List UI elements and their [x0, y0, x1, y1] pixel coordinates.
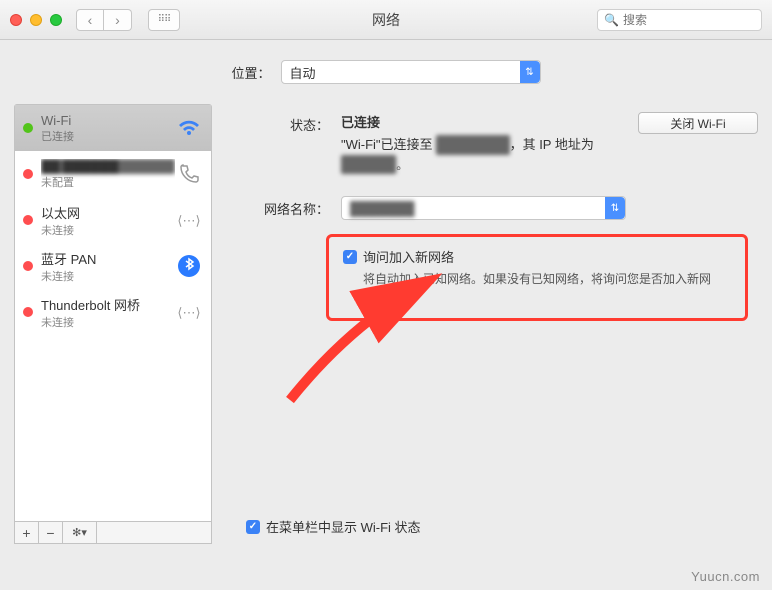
svg-text:⟨⋯⟩: ⟨⋯⟩ — [177, 305, 200, 320]
menubar-label: 在菜单栏中显示 Wi-Fi 状态 — [266, 517, 421, 536]
service-name: 蓝牙 PAN — [41, 249, 175, 268]
show-all-button[interactable]: ⠿⠿ — [148, 9, 180, 31]
service-gear-button[interactable]: ✻▾ — [63, 522, 97, 543]
menubar-row: ✓ 在菜单栏中显示 Wi-Fi 状态 — [246, 517, 421, 536]
svg-text:⟨⋯⟩: ⟨⋯⟩ — [177, 213, 200, 228]
search-input[interactable] — [623, 13, 772, 27]
back-button[interactable]: ‹ — [76, 9, 104, 31]
ask-join-label: 询问加入新网络 — [363, 247, 454, 266]
status-dot-icon — [23, 261, 33, 271]
menubar-checkbox[interactable]: ✓ — [246, 520, 260, 534]
window-controls — [10, 14, 62, 26]
search-icon: 🔍 — [604, 13, 619, 27]
status-value: 已连接 — [341, 112, 618, 131]
ethernet-icon: ⟨⋯⟩ — [175, 206, 203, 234]
wifi-icon — [175, 114, 203, 142]
service-name: 以太网 — [41, 203, 175, 222]
ask-join-description: 将自动加入已知网络。如果没有已知网络，将询问您是否加入新网络。 — [363, 270, 731, 306]
chevron-updown-icon: ⇅ — [605, 197, 625, 219]
main-panel: 状态： 已连接 "Wi-Fi"已连接至 ████████，其 IP 地址为 ██… — [226, 104, 758, 544]
service-list: Wi-Fi 已连接 ██ ██████ 未配置 — [15, 105, 211, 521]
nav-buttons: ‹ › — [76, 9, 132, 31]
service-name: ██ ██████ — [41, 159, 175, 174]
sidebar-footer: + − ✻▾ — [15, 521, 211, 543]
location-value: 自动 — [290, 63, 316, 82]
service-sidebar: Wi-Fi 已连接 ██ ██████ 未配置 — [14, 104, 212, 544]
sidebar-item-thunderbolt[interactable]: Thunderbolt 网桥 未连接 ⟨⋯⟩ — [15, 289, 211, 335]
network-name-value: ███████ — [350, 201, 414, 216]
service-sub: 已连接 — [41, 128, 175, 144]
sidebar-item-modem[interactable]: ██ ██████ 未配置 — [15, 151, 211, 197]
remove-service-button[interactable]: − — [39, 522, 63, 543]
network-name-label: 网络名称： — [226, 196, 341, 218]
zoom-icon[interactable] — [50, 14, 62, 26]
titlebar: ‹ › ⠿⠿ 网络 🔍 — [0, 0, 772, 40]
minimize-icon[interactable] — [30, 14, 42, 26]
location-select[interactable]: 自动 ⇅ — [281, 60, 541, 84]
service-name: Thunderbolt 网桥 — [41, 295, 175, 314]
toggle-wifi-button[interactable]: 关闭 Wi-Fi — [638, 112, 758, 134]
status-dot-icon — [23, 307, 33, 317]
status-dot-icon — [23, 123, 33, 133]
forward-button[interactable]: › — [104, 9, 132, 31]
network-name-select[interactable]: ███████ ⇅ — [341, 196, 626, 220]
watermark: Yuucn.com — [691, 569, 760, 584]
status-dot-icon — [23, 215, 33, 225]
phone-icon — [175, 160, 203, 188]
service-name: Wi-Fi — [41, 113, 175, 128]
sidebar-item-bluetooth[interactable]: 蓝牙 PAN 未连接 — [15, 243, 211, 289]
location-label: 位置： — [231, 63, 270, 82]
service-sub: 未连接 — [41, 314, 175, 330]
service-sub: 未配置 — [41, 174, 175, 190]
add-service-button[interactable]: + — [15, 522, 39, 543]
service-sub: 未连接 — [41, 222, 175, 238]
close-icon[interactable] — [10, 14, 22, 26]
ask-join-checkbox[interactable]: ✓ — [343, 250, 357, 264]
location-row: 位置： 自动 ⇅ — [0, 60, 772, 84]
sidebar-item-ethernet[interactable]: 以太网 未连接 ⟨⋯⟩ — [15, 197, 211, 243]
bluetooth-icon — [175, 252, 203, 280]
service-sub: 未连接 — [41, 268, 175, 284]
ask-join-box: ✓ 询问加入新网络 将自动加入已知网络。如果没有已知网络，将询问您是否加入新网络… — [326, 234, 748, 321]
status-description: "Wi-Fi"已连接至 ████████，其 IP 地址为 ██████。 — [341, 135, 618, 174]
status-label: 状态： — [226, 112, 341, 134]
status-dot-icon — [23, 169, 33, 179]
search-field[interactable]: 🔍 — [597, 9, 762, 31]
chevron-updown-icon: ⇅ — [520, 61, 540, 83]
ethernet-icon: ⟨⋯⟩ — [175, 298, 203, 326]
sidebar-item-wifi[interactable]: Wi-Fi 已连接 — [15, 105, 211, 151]
